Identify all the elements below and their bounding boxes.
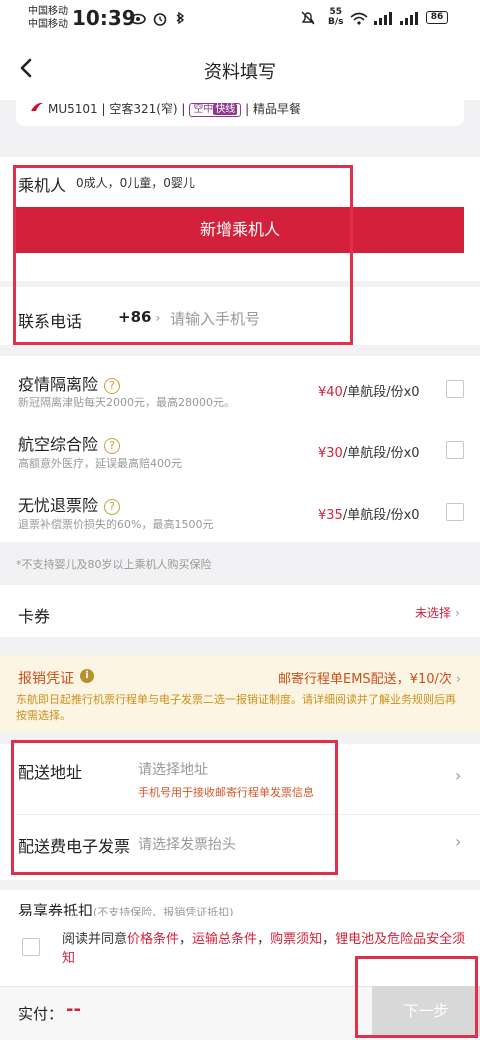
carrier-1: 中国移动 xyxy=(28,6,68,17)
express-badge: 空中 快线 xyxy=(189,102,242,117)
airline-logo-icon xyxy=(31,102,43,111)
bluetooth-icon xyxy=(176,12,185,25)
invoice-desc: 东航即日起推行机票行程单与电子发票二选一报销证制度。请详细阅读并了解业务规则后再… xyxy=(16,693,456,722)
status-icons-left xyxy=(130,12,185,26)
link-purchase-notice[interactable]: 购票须知 xyxy=(270,932,322,947)
insurance-checkbox[interactable] xyxy=(446,380,464,398)
insurance-name: 航空综合险 xyxy=(18,435,99,454)
chevron-right-icon: › xyxy=(455,606,460,620)
question-icon[interactable]: ? xyxy=(104,437,121,454)
question-icon[interactable]: ? xyxy=(104,498,121,515)
annotation-box xyxy=(13,165,353,345)
coupon-value[interactable]: 未选择 › xyxy=(415,604,460,621)
insurance-price: ¥40/单航段/份x0 xyxy=(318,385,420,400)
alarm-icon xyxy=(153,13,167,26)
invoice-label: 报销凭证 xyxy=(18,671,74,687)
invoice-value[interactable]: 邮寄行程单EMS配送，¥10/次 › xyxy=(278,668,461,687)
insurance-row: 航空综合险? xyxy=(18,431,318,455)
paid-amount: -- xyxy=(66,999,81,1020)
status-bar: 中国移动 中国移动 10:39 55 B/s 86 xyxy=(0,0,480,38)
insurance-desc: 新冠隔离津贴每天2000元，最高28000元。 xyxy=(18,396,235,409)
coupon-row[interactable] xyxy=(0,585,480,637)
chevron-right-icon[interactable]: › xyxy=(455,766,461,785)
annotation-box xyxy=(11,740,338,875)
flight-info: MU5101 | 空客321(窄) | 空中 快线 | 精品早餐 xyxy=(48,102,301,117)
info-icon[interactable]: i xyxy=(80,669,94,683)
signal-icon xyxy=(374,12,392,25)
net-speed: 55 B/s xyxy=(328,7,344,27)
paid-label: 实付： xyxy=(18,1005,64,1023)
insurance-desc: 高额意外医疗，延误最高赔400元 xyxy=(18,457,182,470)
chevron-right-icon: › xyxy=(455,672,462,687)
insurance-price: ¥35/单航段/份x0 xyxy=(318,508,420,523)
insurance-name: 疫情隔离险 xyxy=(18,375,99,394)
insurance-desc: 退票补偿票价损失的60%，最高1500元 xyxy=(18,518,214,531)
agreement-checkbox[interactable] xyxy=(22,938,40,956)
link-price-terms[interactable]: 价格条件 xyxy=(127,932,179,947)
insurance-name: 无忧退票险 xyxy=(18,496,99,515)
mute-icon xyxy=(301,11,315,25)
insurance-row: 无忧退票险? xyxy=(18,492,318,516)
wifi-icon xyxy=(350,12,368,25)
link-transport-terms[interactable]: 运输总条件 xyxy=(192,932,257,947)
clock: 10:39 xyxy=(72,6,136,30)
carrier-2: 中国移动 xyxy=(28,19,68,30)
question-icon[interactable]: ? xyxy=(104,377,121,394)
signal-icon xyxy=(400,12,418,25)
annotation-box xyxy=(355,956,478,1038)
coupon-label: 卡券 xyxy=(18,607,51,626)
insurance-note: *不支持婴儿及80岁以上乘机人购买保险 xyxy=(16,558,212,571)
status-icons-right xyxy=(350,12,418,25)
page-title: 资料填写 xyxy=(204,62,276,83)
insurance-checkbox[interactable] xyxy=(446,441,464,459)
eye-icon xyxy=(130,13,146,25)
battery-icon: 86 xyxy=(426,11,448,24)
insurance-price: ¥30/单航段/份x0 xyxy=(318,446,420,461)
insurance-checkbox[interactable] xyxy=(446,503,464,521)
chevron-right-icon[interactable]: › xyxy=(455,832,461,851)
insurance-row: 疫情隔离险? xyxy=(18,371,318,395)
